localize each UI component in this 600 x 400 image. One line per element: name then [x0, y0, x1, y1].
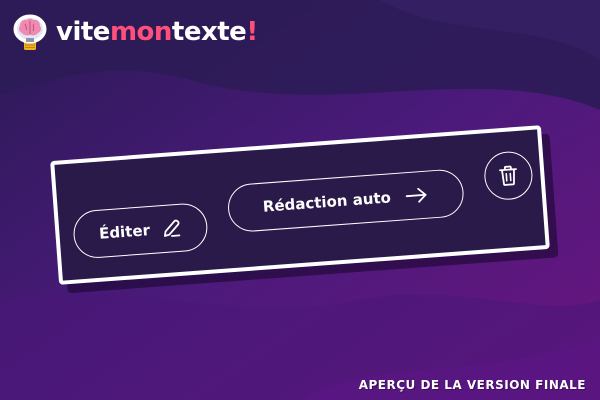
brand-name-part-1: vite — [56, 17, 110, 47]
arrow-right-icon — [404, 186, 429, 206]
brand[interactable]: vitemontexte! — [12, 12, 258, 52]
pencil-icon — [161, 218, 182, 239]
edit-button-label: Éditer — [98, 221, 151, 243]
auto-write-button[interactable]: Rédaction auto — [226, 168, 466, 234]
auto-write-button-label: Rédaction auto — [262, 188, 392, 216]
brain-robot-icon — [12, 12, 48, 52]
brand-name-part-3: texte — [171, 17, 247, 47]
preview-caption: Aperçu de la version finale — [358, 378, 586, 392]
trash-icon — [498, 164, 520, 187]
brand-name-part-4: ! — [246, 17, 258, 47]
brand-name-part-2: mon — [109, 17, 172, 47]
edit-button[interactable]: Éditer — [71, 201, 210, 260]
brand-name: vitemontexte! — [56, 19, 258, 45]
delete-button[interactable] — [482, 149, 535, 202]
